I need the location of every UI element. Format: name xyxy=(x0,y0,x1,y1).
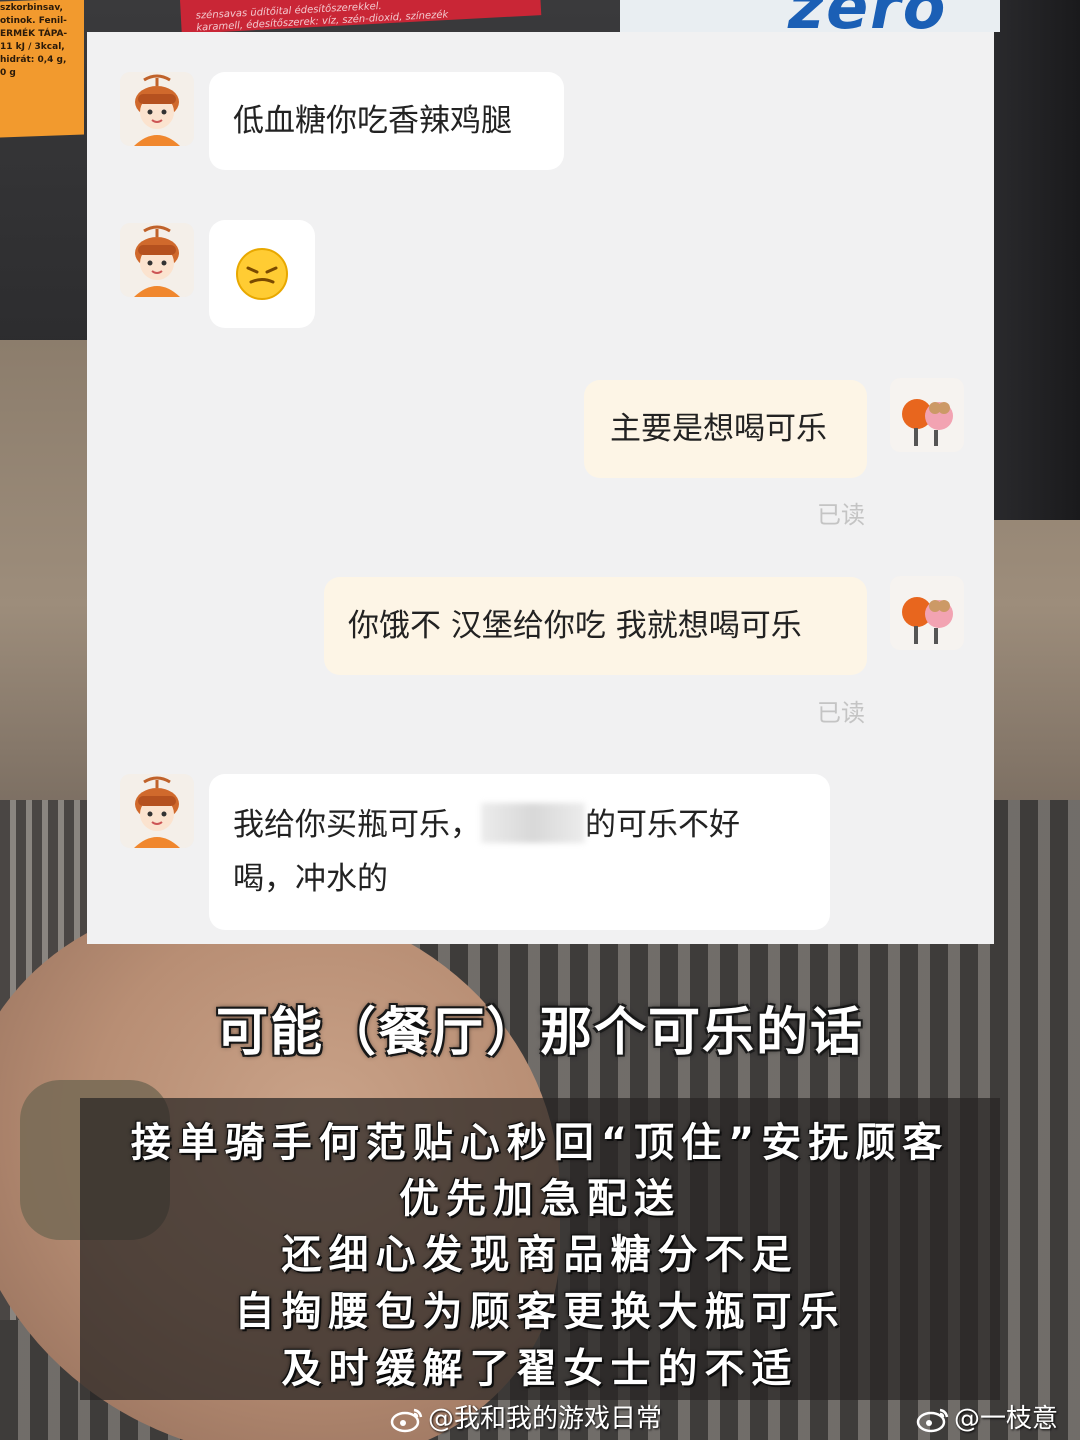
rider-avatar[interactable] xyxy=(120,223,194,297)
rider-avatar[interactable] xyxy=(120,774,194,848)
background-label-orange-text: szkorbinsav, otinok. Fenil- ERMÉK TÁPA- … xyxy=(0,3,68,78)
emoji-bubble[interactable] xyxy=(209,220,315,328)
redacted-name xyxy=(481,803,585,843)
message-bubble[interactable]: 我给你买瓶可乐， 的可乐不好 喝，冲水的 xyxy=(209,774,830,930)
weibo-icon xyxy=(390,1408,423,1433)
message-text: 你饿不 汉堡给你吃 我就想喝可乐 xyxy=(348,608,802,644)
user-avatar-icon xyxy=(890,576,964,650)
rider-avatar-icon xyxy=(120,72,194,146)
message-line: 我给你买瓶可乐， 的可乐不好 xyxy=(233,798,806,852)
watermark-text: @我和我的游戏日常 xyxy=(428,1404,663,1434)
watermark-right: @一枝意 xyxy=(916,1398,1059,1434)
watermark-left: @我和我的游戏日常 xyxy=(390,1398,663,1434)
rider-avatar-icon xyxy=(120,223,194,297)
weibo-icon xyxy=(916,1408,949,1433)
message-line: 喝，冲水的 xyxy=(233,861,388,897)
message-text: 低血糖你吃香辣鸡腿 xyxy=(233,103,512,139)
read-status: 已读 xyxy=(817,699,865,727)
message-bubble[interactable]: 主要是想喝可乐 xyxy=(584,380,867,478)
caption-line: 自掏腰包为顾客更换大瓶可乐 xyxy=(234,1289,846,1335)
persevering-face-icon xyxy=(236,248,288,300)
message-bubble[interactable]: 你饿不 汉堡给你吃 我就想喝可乐 xyxy=(324,577,867,675)
message-text: 我给你买瓶可乐， xyxy=(233,807,481,843)
message-text: 主要是想喝可乐 xyxy=(610,411,827,447)
message-bubble[interactable]: 低血糖你吃香辣鸡腿 xyxy=(209,72,564,170)
can-brand-logo: zero xyxy=(788,0,948,43)
caption-line: 还细心发现商品糖分不足 xyxy=(281,1232,799,1278)
video-headline: 可能（餐厅）那个可乐的话 xyxy=(215,1003,864,1063)
message-text: 的可乐不好 xyxy=(585,807,740,843)
rider-avatar[interactable] xyxy=(120,72,194,146)
chat-screenshot: 低血糖你吃香辣鸡腿 主要是想喝可乐 已读 你饿不 汉堡给你吃 我就想喝可乐 已读… xyxy=(87,32,994,944)
user-avatar[interactable] xyxy=(890,378,964,452)
user-avatar[interactable] xyxy=(890,576,964,650)
rider-avatar-icon xyxy=(120,774,194,848)
read-status: 已读 xyxy=(817,501,865,529)
caption-line: 及时缓解了翟女士的不适 xyxy=(281,1346,799,1392)
watermark-text: @一枝意 xyxy=(954,1404,1059,1434)
caption-line: 接单骑手何范贴心秒回“顶住”安抚顾客 xyxy=(130,1120,950,1166)
caption-line: 优先加急配送 xyxy=(399,1176,681,1222)
user-avatar-icon xyxy=(890,378,964,452)
